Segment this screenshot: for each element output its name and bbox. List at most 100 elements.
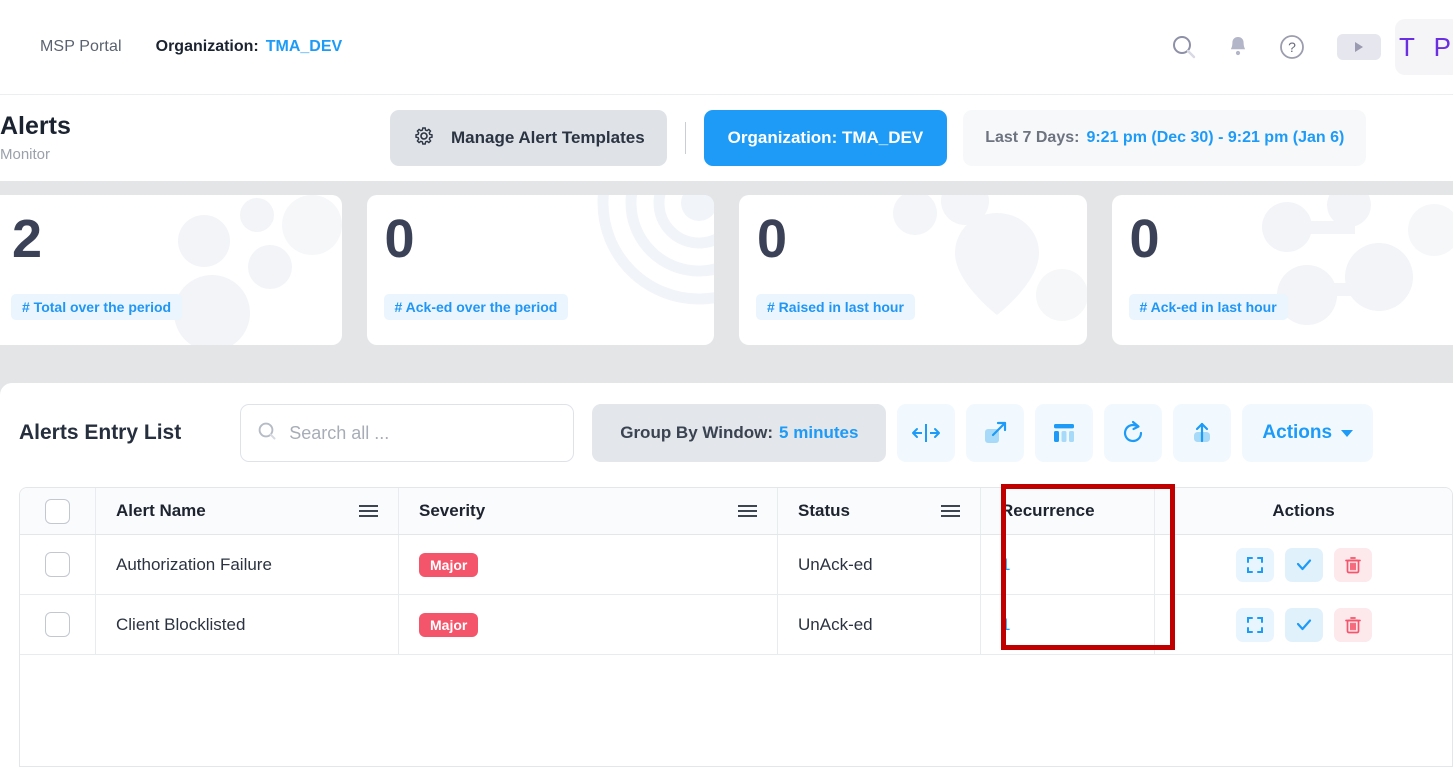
cell-recurrence: 1 xyxy=(981,535,1155,594)
row-action-buttons xyxy=(1175,607,1432,642)
column-header-alert-name[interactable]: Alert Name xyxy=(96,488,399,534)
group-by-label: Group By Window: xyxy=(620,423,774,442)
delete-button[interactable] xyxy=(1333,547,1372,582)
kpi-label: # Ack-ed over the period xyxy=(383,294,569,320)
columns-icon[interactable] xyxy=(1035,404,1094,462)
actions-label: Actions xyxy=(1262,422,1333,443)
table-row[interactable]: Client Blocklisted Major UnAck-ed 1 xyxy=(20,595,1452,655)
expand-row-button[interactable] xyxy=(1235,607,1274,642)
kpi-card-total: 2 # Total over the period xyxy=(0,195,342,345)
page-title-block: Alerts Monitor xyxy=(0,111,390,164)
organization-filter-button[interactable]: Organization: TMA_DEV xyxy=(703,110,948,166)
page-title: Alerts xyxy=(0,111,71,140)
row-checkbox[interactable] xyxy=(45,612,70,637)
svg-text:?: ? xyxy=(1288,39,1296,55)
column-label: Recurrence xyxy=(1001,501,1095,520)
recurrence-value[interactable]: 1 xyxy=(1001,555,1010,575)
kpi-label: # Ack-ed in last hour xyxy=(1128,294,1288,320)
date-range-button[interactable]: Last 7 Days: 9:21 pm (Dec 30) - 9:21 pm … xyxy=(963,110,1367,166)
organization-label: Organization: xyxy=(155,38,259,55)
acknowledge-button[interactable] xyxy=(1284,607,1323,642)
cell-recurrence: 1 xyxy=(981,595,1155,654)
alerts-table: Alert Name Severity Status Recurrence Ac… xyxy=(19,487,1453,767)
video-icon[interactable] xyxy=(1337,34,1381,60)
search-input[interactable]: Search all ... xyxy=(240,404,575,462)
help-icon[interactable]: ? xyxy=(1265,20,1319,74)
table-header-row: Alert Name Severity Status Recurrence Ac… xyxy=(20,488,1452,535)
status-badge: Major xyxy=(419,552,479,577)
actions-dropdown-button[interactable]: Actions xyxy=(1242,404,1374,462)
kpi-label: # Total over the period xyxy=(11,294,183,320)
cell-status: UnAck-ed xyxy=(778,595,981,654)
kpi-value: 0 xyxy=(1129,209,1160,269)
column-header-severity[interactable]: Severity xyxy=(399,488,778,534)
pin-watermark-icon xyxy=(892,195,1087,321)
cell-status: UnAck-ed xyxy=(778,535,981,594)
top-bar: MSP Portal Organization: TMA_DEV ? T P xyxy=(0,0,1453,95)
row-select-cell xyxy=(20,595,96,654)
page-subtitle: Monitor xyxy=(0,146,51,164)
bell-icon[interactable] xyxy=(1211,20,1265,74)
table-row[interactable]: Authorization Failure Major UnAck-ed 1 xyxy=(20,535,1452,595)
cell-actions xyxy=(1155,595,1452,654)
gear-icon xyxy=(412,124,436,153)
column-header-status[interactable]: Status xyxy=(778,488,981,534)
recurrence-value[interactable]: 1 xyxy=(1001,615,1010,635)
kpi-value: 0 xyxy=(757,209,788,269)
column-menu-icon[interactable] xyxy=(359,505,378,517)
export-icon[interactable] xyxy=(1173,404,1232,462)
fit-columns-icon[interactable] xyxy=(897,404,956,462)
column-menu-icon[interactable] xyxy=(738,505,757,517)
cell-severity: Major xyxy=(399,535,778,594)
avatar[interactable]: T P xyxy=(1395,19,1453,75)
column-label: Alert Name xyxy=(116,501,206,520)
search-icon[interactable] xyxy=(1157,20,1211,74)
expand-row-button[interactable] xyxy=(1235,547,1274,582)
panel-title: Alerts Entry List xyxy=(19,421,182,444)
cell-severity: Major xyxy=(399,595,778,654)
kpi-card-row: 2 # Total over the period 0 # Ack-ed ove… xyxy=(0,195,1453,345)
manage-alert-templates-label: Manage Alert Templates xyxy=(451,128,645,147)
header-divider xyxy=(684,122,686,154)
kpi-card-acked-period: 0 # Ack-ed over the period xyxy=(366,195,714,345)
circles-watermark-icon xyxy=(173,195,342,345)
group-by-value: 5 minutes xyxy=(779,423,859,442)
column-header-actions: Actions xyxy=(1155,488,1452,534)
status-badge: Major xyxy=(419,612,479,637)
cell-alert-name: Client Blocklisted xyxy=(96,595,399,654)
chevron-down-icon xyxy=(1341,429,1354,437)
select-all-cell xyxy=(20,488,96,534)
arcs-watermark-icon xyxy=(597,195,714,305)
manage-alert-templates-button[interactable]: Manage Alert Templates xyxy=(390,110,667,166)
kpi-label: # Raised in last hour xyxy=(756,294,915,320)
refresh-icon[interactable] xyxy=(1104,404,1163,462)
organization-value[interactable]: TMA_DEV xyxy=(266,38,342,56)
row-action-buttons xyxy=(1175,547,1432,582)
page-subheader: Alerts Monitor Manage Alert Templates Or… xyxy=(0,95,1453,181)
row-select-cell xyxy=(20,535,96,594)
acknowledge-button[interactable] xyxy=(1284,547,1323,582)
column-label: Severity xyxy=(419,501,486,520)
play-triangle-icon xyxy=(1355,42,1363,52)
top-bar-right: ? T P xyxy=(1157,0,1453,94)
select-all-checkbox[interactable] xyxy=(45,498,70,524)
date-range-value: 9:21 pm (Dec 30) - 9:21 pm (Jan 6) xyxy=(1086,129,1345,146)
column-label: Status xyxy=(798,501,850,520)
kpi-card-raised-hour: 0 # Raised in last hour xyxy=(739,195,1087,345)
top-bar-left: MSP Portal Organization: TMA_DEV xyxy=(0,38,342,56)
column-label: Actions xyxy=(1272,501,1335,520)
kpi-value: 0 xyxy=(384,209,415,269)
date-range-label: Last 7 Days: xyxy=(985,129,1080,146)
column-menu-icon[interactable] xyxy=(941,505,960,517)
group-by-window-button[interactable]: Group By Window: 5 minutes xyxy=(592,404,887,462)
cell-actions xyxy=(1155,535,1452,594)
expand-icon[interactable] xyxy=(966,404,1025,462)
search-icon xyxy=(257,421,277,446)
row-checkbox[interactable] xyxy=(45,552,70,577)
app-name[interactable]: MSP Portal xyxy=(40,38,122,56)
alerts-toolbar: Alerts Entry List Search all ... Group B… xyxy=(0,383,1453,483)
delete-button[interactable] xyxy=(1333,607,1372,642)
search-placeholder: Search all ... xyxy=(289,422,390,443)
column-header-recurrence[interactable]: Recurrence xyxy=(981,488,1155,534)
kpi-value: 2 xyxy=(12,209,43,269)
